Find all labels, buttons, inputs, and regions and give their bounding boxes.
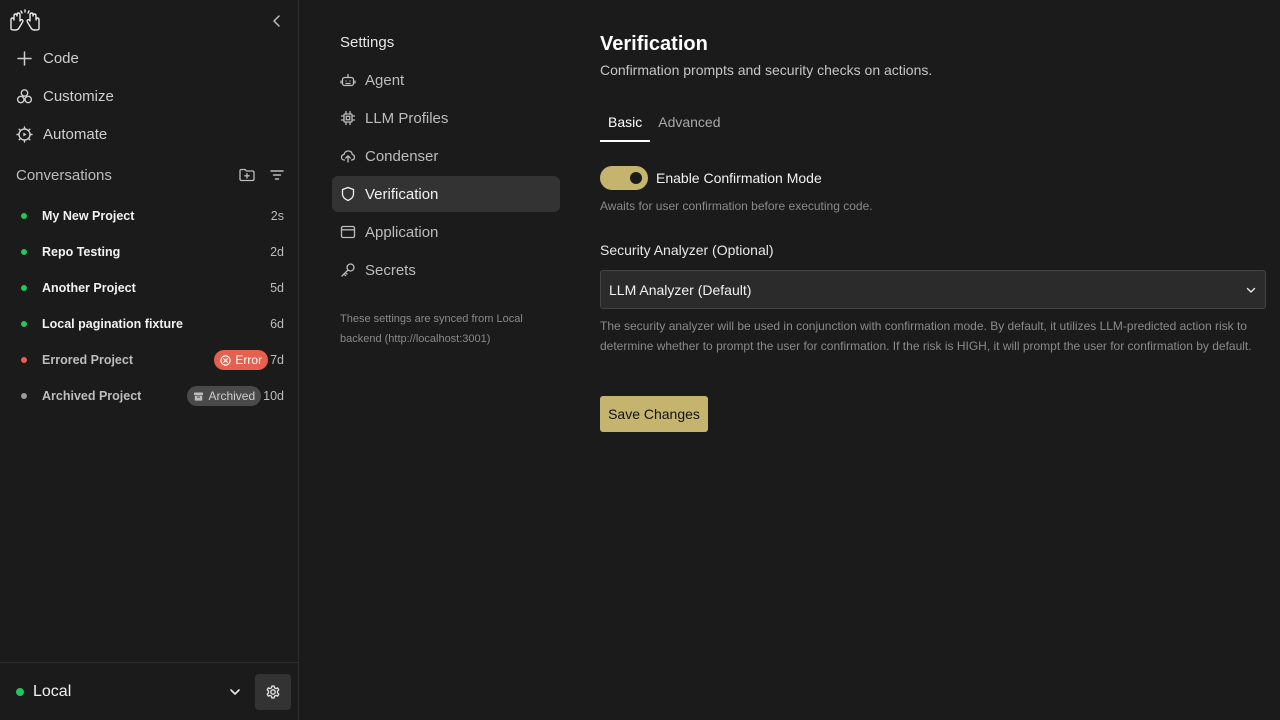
settings-item-secrets[interactable]: Secrets [332,252,560,288]
plus-icon [16,50,33,67]
backend-selector[interactable]: Local [16,680,242,704]
conversations-heading: Conversations [16,166,112,184]
chevron-down-icon [228,685,242,699]
conversation-item[interactable]: My New Project 2s [16,204,284,228]
archived-badge-label: Archived [208,389,256,403]
settings-item-label: LLM Profiles [365,109,449,127]
backend-status-dot [16,688,24,696]
error-badge-label: Error [235,353,263,367]
conversation-age: 7d [270,353,284,367]
settings-item-agent[interactable]: Agent [332,62,560,98]
sidebar-footer: Local [0,662,299,720]
tabs: Basic Advanced [600,108,729,142]
shield-icon [340,186,356,202]
cloud-upload-icon [340,148,356,164]
page-title: Verification [600,33,708,55]
page-subtitle: Confirmation prompts and security checks… [600,62,933,78]
tab-basic[interactable]: Basic [600,108,651,142]
filter-icon[interactable] [268,166,286,184]
conversation-item[interactable]: Errored Project Error 7d [16,348,284,372]
settings-button[interactable] [255,674,291,710]
hands-logo-icon[interactable] [8,9,42,33]
sync-note: These settings are synced from Local bac… [340,313,523,345]
toggle-knob [630,172,642,184]
conversation-age: 6d [270,317,284,331]
archived-badge: Archived [187,386,262,406]
collapse-sidebar-button[interactable] [268,12,286,30]
conversation-title: Errored Project [42,353,134,367]
conversation-age: 10d [263,389,284,403]
robot-icon [340,72,356,88]
settings-item-label: Application [365,223,439,241]
save-changes-button[interactable]: Save Changes [600,396,708,432]
x-circle-icon [220,354,232,366]
nav-customize-label: Customize [43,87,114,105]
nav-automate-label: Automate [43,125,108,143]
nav-automate[interactable]: Automate [16,121,107,147]
settings-item-condenser[interactable]: Condenser [332,138,560,174]
conversations-header: Conversations [16,166,286,184]
settings-item-label: Secrets [365,261,416,279]
nav-code-label: Code [43,49,79,67]
new-folder-icon[interactable] [238,166,256,184]
settings-heading: Settings [340,34,395,51]
settings-item-application[interactable]: Application [332,214,560,250]
security-analyzer-help: The security analyzer will be used in co… [600,319,1252,353]
chip-icon [340,110,356,126]
conversation-title: Local pagination fixture [42,317,183,331]
settings-item-label: Agent [365,71,405,89]
status-dot [21,249,27,255]
conversation-title: Archived Project [42,389,142,403]
conversation-age: 2s [270,209,284,223]
confirmation-mode-label: Enable Confirmation Mode [656,170,822,186]
error-badge: Error [214,350,269,370]
security-analyzer-value: LLM Analyzer (Default) [609,281,752,298]
window-icon [340,224,356,240]
confirmation-mode-toggle[interactable] [600,166,648,190]
status-dot [21,393,27,399]
chevron-down-icon [1245,284,1257,296]
conversation-item[interactable]: Archived Project Archived 10d [16,384,284,408]
status-dot [21,285,27,291]
conversation-age: 2d [270,245,284,259]
backend-name: Local [33,683,72,700]
settings-item-label: Verification [365,185,439,203]
nav-customize[interactable]: Customize [16,83,114,109]
security-analyzer-select[interactable]: LLM Analyzer (Default) [600,270,1266,309]
security-analyzer-label: Security Analyzer (Optional) [600,242,774,258]
nodes-icon [16,88,33,105]
confirmation-mode-help: Awaits for user confirmation before exec… [600,199,873,213]
gear-icon [266,685,280,699]
settings-item-label: Condenser [365,147,439,165]
status-dot [21,357,27,363]
conversation-title: Another Project [42,281,136,295]
sidebar: Code Customize Automate Conversations My… [0,0,299,720]
status-dot [21,321,27,327]
gear-play-icon [16,125,33,143]
conversation-item[interactable]: Another Project 5d [16,276,284,300]
archive-box-icon [194,392,204,401]
conversation-age: 5d [270,281,284,295]
conversation-title: Repo Testing [42,245,121,259]
conversation-item[interactable]: Repo Testing 2d [16,240,284,264]
settings-item-verification[interactable]: Verification [332,176,560,212]
confirmation-mode-row: Enable Confirmation Mode [600,166,822,190]
conversation-item[interactable]: Local pagination fixture 6d [16,312,284,336]
settings-item-llm-profiles[interactable]: LLM Profiles [332,100,560,136]
conversation-title: My New Project [42,209,135,223]
tab-advanced[interactable]: Advanced [650,108,728,142]
status-dot [21,213,27,219]
nav-code[interactable]: Code [16,45,79,71]
key-icon [340,262,356,278]
